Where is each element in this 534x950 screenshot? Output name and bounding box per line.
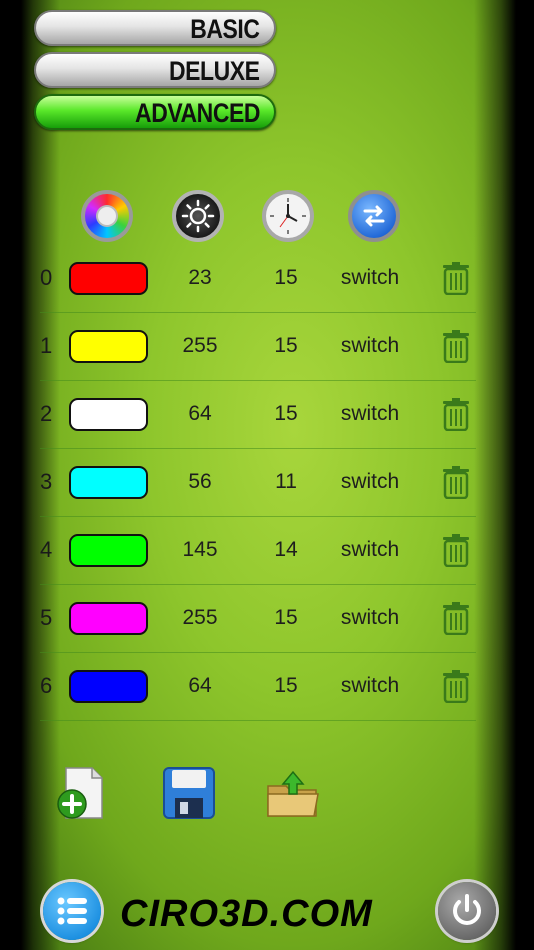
time-value[interactable]: 11 (251, 470, 321, 494)
brightness-value[interactable]: 64 (165, 402, 235, 426)
mode-value[interactable]: switch (330, 334, 410, 358)
time-value[interactable]: 15 (251, 402, 321, 426)
row-index: 5 (40, 605, 53, 630)
mode-value[interactable]: switch (330, 266, 410, 290)
power-icon (453, 894, 481, 925)
save-disk-icon[interactable] (162, 766, 216, 820)
program-row[interactable]: 5 255 15 switch (40, 585, 476, 653)
program-row[interactable]: 2 64 15 switch (40, 381, 476, 449)
brightness-icon (172, 190, 224, 242)
mode-deluxe-button[interactable]: DELUXE (34, 52, 276, 88)
program-row[interactable]: 1 255 15 switch (40, 313, 476, 381)
time-value[interactable]: 15 (251, 674, 321, 698)
mode-value[interactable]: switch (330, 538, 410, 562)
row-index: 1 (40, 333, 53, 358)
mode-value[interactable]: switch (330, 402, 410, 426)
mode-deluxe-label: DELUXE (169, 56, 260, 86)
trash-icon[interactable] (442, 533, 470, 567)
mode-basic-label: BASIC (190, 14, 261, 44)
mode-advanced-label: ADVANCED (135, 98, 260, 128)
mode-value[interactable]: switch (330, 470, 410, 494)
brightness-value[interactable]: 255 (165, 334, 235, 358)
row-index: 3 (40, 469, 53, 494)
time-value[interactable]: 15 (251, 266, 321, 290)
time-value[interactable]: 15 (251, 334, 321, 358)
program-row[interactable]: 4 145 14 switch (40, 517, 476, 585)
switch-mode-icon (348, 190, 400, 242)
program-row[interactable]: 0 23 15 switch (40, 245, 476, 313)
open-folder-icon[interactable] (266, 766, 320, 820)
color-swatch-button[interactable] (69, 534, 148, 567)
trash-icon[interactable] (442, 261, 470, 295)
color-wheel-icon (81, 190, 133, 242)
color-swatch-button[interactable] (69, 602, 148, 635)
color-swatch-button[interactable] (69, 330, 148, 363)
mode-value[interactable]: switch (330, 606, 410, 630)
row-index: 2 (40, 401, 53, 426)
mode-value[interactable]: switch (330, 674, 410, 698)
grunge-right-edge (474, 0, 534, 950)
trash-icon[interactable] (442, 329, 470, 363)
row-index: 4 (40, 537, 53, 562)
row-index: 6 (40, 673, 53, 698)
brightness-value[interactable]: 64 (165, 674, 235, 698)
row-index: 0 (40, 265, 53, 290)
time-value[interactable]: 14 (251, 538, 321, 562)
time-value[interactable]: 15 (251, 606, 321, 630)
mode-advanced-button[interactable]: ADVANCED (34, 94, 276, 130)
brightness-value[interactable]: 23 (165, 266, 235, 290)
brand-logo: CIRO3D.COM (120, 893, 373, 935)
menu-button[interactable] (43, 882, 101, 940)
brightness-value[interactable]: 145 (165, 538, 235, 562)
trash-icon[interactable] (442, 601, 470, 635)
program-row[interactable]: 6 64 15 switch (40, 653, 476, 721)
trash-icon[interactable] (442, 397, 470, 431)
color-swatch-button[interactable] (69, 466, 148, 499)
mode-basic-button[interactable]: BASIC (34, 10, 276, 46)
color-swatch-button[interactable] (69, 262, 148, 295)
color-swatch-button[interactable] (69, 670, 148, 703)
color-swatch-button[interactable] (69, 398, 148, 431)
brightness-value[interactable]: 56 (165, 470, 235, 494)
power-button[interactable] (438, 882, 496, 940)
program-row[interactable]: 3 56 11 switch (40, 449, 476, 517)
new-file-icon[interactable] (54, 766, 108, 820)
trash-icon[interactable] (442, 669, 470, 703)
brightness-value[interactable]: 255 (165, 606, 235, 630)
trash-icon[interactable] (442, 465, 470, 499)
clock-icon (262, 190, 314, 242)
list-icon (57, 897, 87, 925)
